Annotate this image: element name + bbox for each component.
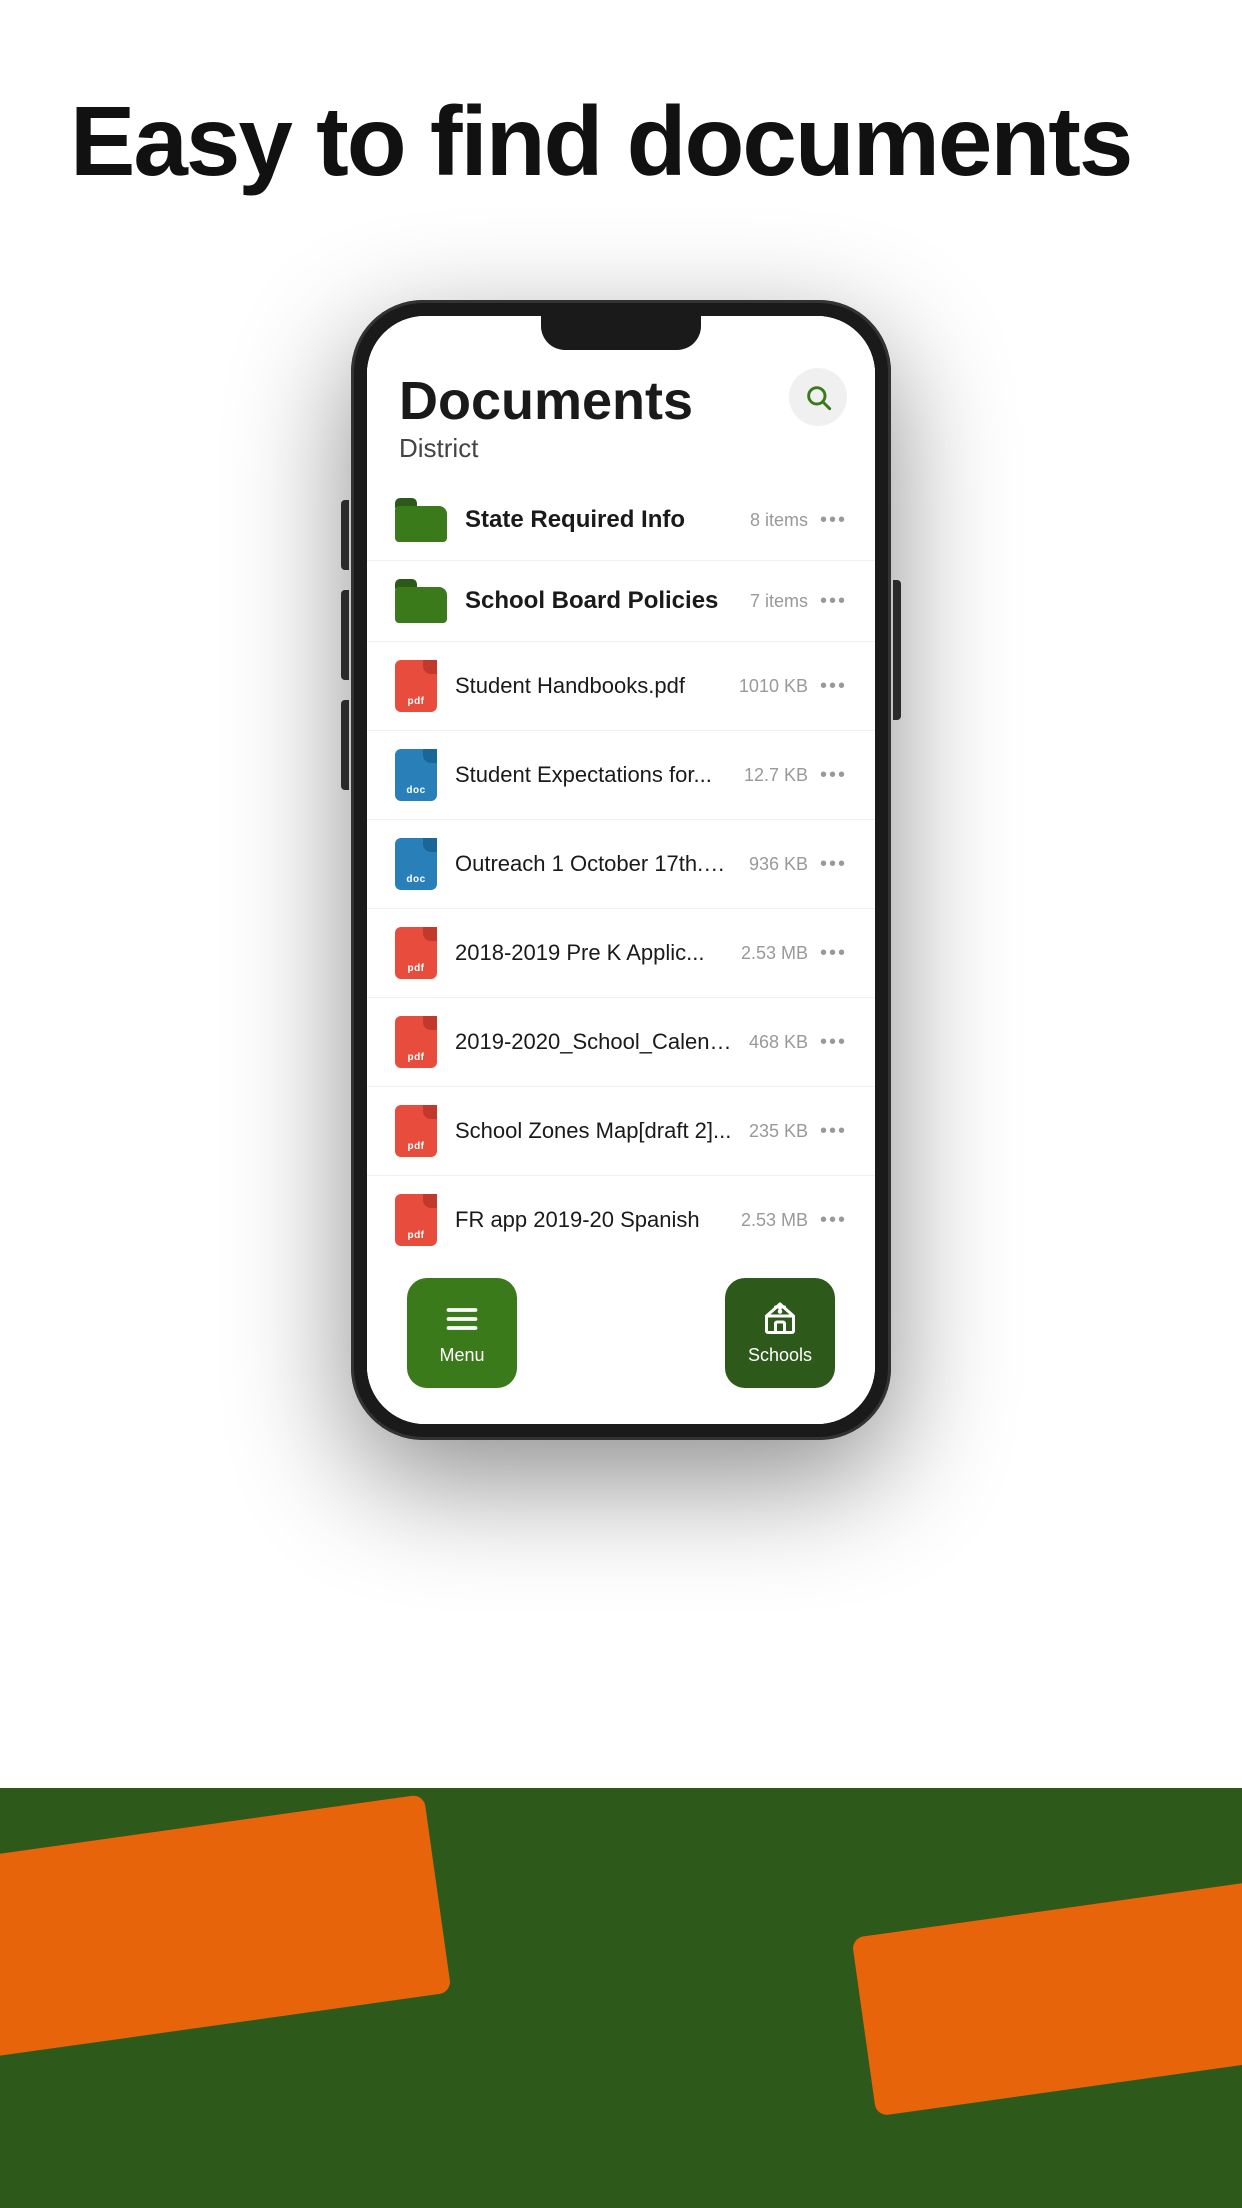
menu-icon: [444, 1301, 480, 1337]
doc-item-name: Outreach 1 October 17th.doc: [455, 851, 733, 877]
phone-screen: Documents District: [367, 316, 875, 1424]
folder-icon: [395, 498, 447, 542]
doc-item-meta: 12.7 KB: [744, 765, 808, 786]
folder-icon: [395, 579, 447, 623]
pdf-icon: pdf: [395, 1105, 437, 1157]
doc-item-info: FR app 2019-20 Spanish: [455, 1207, 725, 1233]
pdf-icon: pdf: [395, 1016, 437, 1068]
menu-button[interactable]: Menu: [407, 1278, 517, 1388]
doc-item-meta: 235 KB: [749, 1121, 808, 1142]
doc-item-meta: 7 items: [750, 591, 808, 612]
doc-item-meta: 1010 KB: [739, 676, 808, 697]
doc-item-meta: 468 KB: [749, 1032, 808, 1053]
menu-label: Menu: [439, 1345, 484, 1366]
page-headline: Easy to find documents: [70, 90, 1131, 193]
pdf-icon: pdf: [395, 660, 437, 712]
doc-item-more-button[interactable]: •••: [820, 942, 847, 965]
list-item[interactable]: doc Outreach 1 October 17th.doc 936 KB •…: [367, 820, 875, 909]
doc-item-more-button[interactable]: •••: [820, 1031, 847, 1054]
doc-item-more-button[interactable]: •••: [820, 590, 847, 613]
doc-item-more-button[interactable]: •••: [820, 1120, 847, 1143]
list-item[interactable]: doc Student Expectations for... 12.7 KB …: [367, 731, 875, 820]
doc-item-name: FR app 2019-20 Spanish: [455, 1207, 725, 1233]
doc-item-name: Student Expectations for...: [455, 762, 728, 788]
doc-item-info: State Required Info: [465, 506, 734, 534]
doc-item-name: 2019-2020_School_Calenda...: [455, 1029, 733, 1055]
bottom-nav: Menu Schools: [367, 1258, 875, 1424]
doc-item-more-button[interactable]: •••: [820, 675, 847, 698]
doc-item-more-button[interactable]: •••: [820, 764, 847, 787]
doc-item-meta: 8 items: [750, 510, 808, 531]
schools-icon: [762, 1301, 798, 1337]
phone-button-power: [893, 580, 901, 720]
list-item[interactable]: pdf FR app 2019-20 Spanish 2.53 MB •••: [367, 1176, 875, 1258]
doc-item-info: Student Handbooks.pdf: [455, 673, 723, 699]
doc-item-info: 2018-2019 Pre K Applic...: [455, 940, 725, 966]
pdf-icon: pdf: [395, 927, 437, 979]
list-item[interactable]: pdf 2019-2020_School_Calenda... 468 KB •…: [367, 998, 875, 1087]
doc-item-more-button[interactable]: •••: [820, 853, 847, 876]
schools-label: Schools: [748, 1345, 812, 1366]
document-list: State Required Info 8 items ••• School B…: [367, 480, 875, 1258]
phone-button-vol-down: [341, 700, 349, 790]
doc-item-more-button[interactable]: •••: [820, 509, 847, 532]
doc-item-name: School Zones Map[draft 2]...: [455, 1118, 733, 1144]
doc-item-name: State Required Info: [465, 506, 734, 534]
doc-item-more-button[interactable]: •••: [820, 1209, 847, 1232]
app-content: Documents District: [367, 316, 875, 1424]
doc-item-meta: 2.53 MB: [741, 943, 808, 964]
doc-item-meta: 936 KB: [749, 854, 808, 875]
list-item[interactable]: School Board Policies 7 items •••: [367, 561, 875, 642]
app-title: Documents: [399, 372, 843, 431]
doc-item-info: 2019-2020_School_Calenda...: [455, 1029, 733, 1055]
search-icon: [804, 383, 832, 411]
phone-mockup: Documents District: [351, 300, 891, 1440]
doc-item-info: School Zones Map[draft 2]...: [455, 1118, 733, 1144]
doc-item-name: Student Handbooks.pdf: [455, 673, 723, 699]
doc-item-name: School Board Policies: [465, 587, 734, 615]
doc-item-info: Outreach 1 October 17th.doc: [455, 851, 733, 877]
doc-icon: doc: [395, 838, 437, 890]
pdf-icon: pdf: [395, 1194, 437, 1246]
doc-item-name: 2018-2019 Pre K Applic...: [455, 940, 725, 966]
doc-item-info: Student Expectations for...: [455, 762, 728, 788]
phone-frame: Documents District: [351, 300, 891, 1440]
search-button[interactable]: [789, 368, 847, 426]
list-item[interactable]: pdf Student Handbooks.pdf 1010 KB •••: [367, 642, 875, 731]
phone-notch: [541, 316, 701, 350]
phone-button-mute: [341, 500, 349, 570]
doc-icon: doc: [395, 749, 437, 801]
schools-button[interactable]: Schools: [725, 1278, 835, 1388]
doc-item-info: School Board Policies: [465, 587, 734, 615]
list-item[interactable]: State Required Info 8 items •••: [367, 480, 875, 561]
list-item[interactable]: pdf School Zones Map[draft 2]... 235 KB …: [367, 1087, 875, 1176]
phone-button-vol-up: [341, 590, 349, 680]
doc-item-meta: 2.53 MB: [741, 1210, 808, 1231]
list-item[interactable]: pdf 2018-2019 Pre K Applic... 2.53 MB ••…: [367, 909, 875, 998]
app-subtitle: District: [399, 433, 843, 464]
